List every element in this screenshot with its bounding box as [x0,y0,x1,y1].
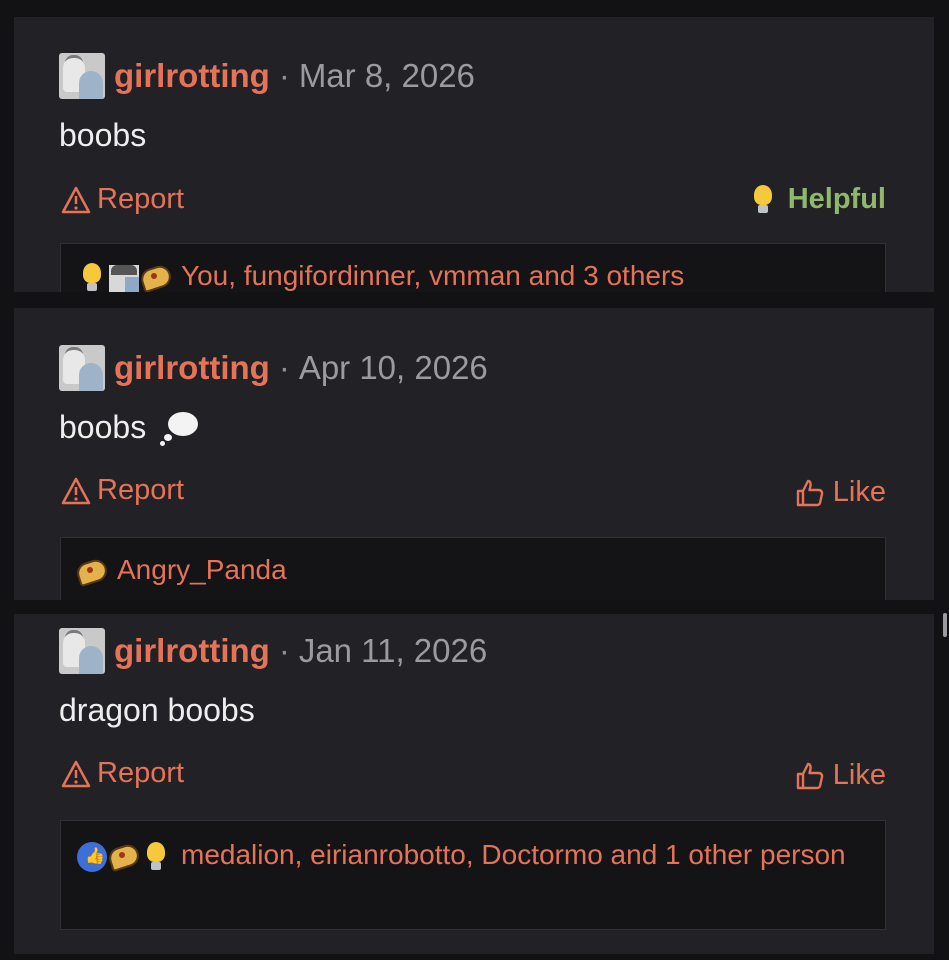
report-label: Report [97,757,185,789]
reactions-bar[interactable]: Angry_Panda [60,537,886,600]
post-header: girlrotting · Apr 10, 2026 [59,343,488,393]
post-date[interactable]: Apr 10, 2026 [299,349,488,387]
reaction-icons [74,556,110,587]
post-body: boobs [59,117,146,154]
username[interactable]: girlrotting [114,632,270,670]
report-button[interactable]: Report [61,183,184,216]
thumbs-up-icon: 👍 [77,841,107,872]
post-text: dragon boobs [59,692,255,728]
reactions-bar[interactable]: You, fungifordinner, vmman and 3 others [60,243,886,292]
post-date[interactable]: Mar 8, 2026 [299,57,475,95]
username[interactable]: girlrotting [114,57,270,95]
avatar[interactable] [59,345,105,391]
post-header: girlrotting · Mar 8, 2026 [59,51,475,101]
reaction-icons [77,262,174,292]
post-2: girlrotting · Apr 10, 2026 boobs Report … [14,308,934,600]
avatar[interactable] [59,628,105,674]
post-header: girlrotting · Jan 11, 2026 [59,626,487,676]
like-label: Like [832,476,886,508]
thumbs-up-icon [795,761,825,791]
warning-icon [61,477,91,504]
lightbulb-icon [748,184,780,215]
scrollbar[interactable] [943,613,947,637]
thought-balloon-icon [160,410,200,446]
post-date[interactable]: Jan 11, 2026 [299,632,487,670]
lightbulb-icon [77,262,107,292]
reactors-list[interactable]: Angry_Panda [117,554,287,585]
report-button[interactable]: Report [61,757,184,790]
avatar-icon [109,263,139,292]
report-button[interactable]: Report [61,474,184,507]
warning-icon [61,186,91,213]
like-button[interactable]: Like [795,759,886,792]
separator: · [278,632,290,669]
post-body: boobs [59,409,200,446]
pizza-icon [106,841,142,872]
like-label: Like [832,759,886,791]
avatar[interactable] [59,53,105,99]
reactions-bar[interactable]: 👍 medalion, eirianrobotto, Doctormo and … [60,820,886,930]
helpful-button[interactable]: Helpful [748,183,886,216]
pizza-icon [138,262,174,292]
post-body: dragon boobs [59,692,255,729]
reactors-list[interactable]: medalion, eirianrobotto, Doctormo and 1 … [181,839,846,870]
like-button[interactable]: Like [795,476,886,509]
report-label: Report [97,183,185,215]
thumbs-up-icon [795,478,825,508]
helpful-label: Helpful [787,183,886,215]
reaction-icons: 👍 [77,841,173,872]
post-1: girlrotting · Mar 8, 2026 boobs Report H… [14,17,934,292]
pizza-icon [74,556,110,587]
warning-icon [61,760,91,787]
post-3: girlrotting · Jan 11, 2026 dragon boobs … [14,614,934,954]
post-text: boobs [59,409,147,445]
username[interactable]: girlrotting [114,349,270,387]
separator: · [278,57,290,94]
post-text: boobs [59,117,147,153]
separator: · [278,349,290,386]
lightbulb-icon [141,841,171,872]
reactors-list[interactable]: You, fungifordinner, vmman and 3 others [181,260,684,291]
report-label: Report [97,474,185,506]
